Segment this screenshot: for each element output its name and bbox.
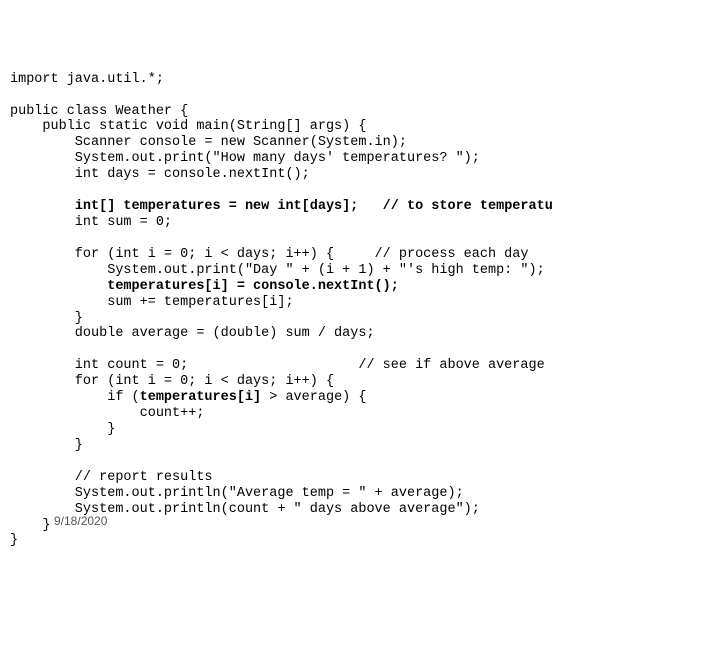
code-line: System.out.println("Average temp = " + a… xyxy=(10,486,464,501)
code-line: int days = console.nextInt(); xyxy=(10,167,310,182)
code-line: import java.util.*; xyxy=(10,72,164,87)
code-line: count++; xyxy=(10,406,204,421)
code-line xyxy=(358,199,382,214)
code-bold: // to store temperatu xyxy=(383,199,553,214)
code-line: for (int i = 0; i < days; i++) { xyxy=(10,374,334,389)
code-line: } xyxy=(10,438,83,453)
code-line: if ( xyxy=(10,390,140,405)
code-line: // report results xyxy=(10,470,213,485)
code-bold: temperatures[i] xyxy=(140,390,262,405)
code-line: } xyxy=(10,311,83,326)
code-bold: temperatures[i] = console.nextInt(); xyxy=(107,279,399,294)
code-line: } xyxy=(10,422,115,437)
code-line: public class Weather { xyxy=(10,104,188,119)
footer-date: 9/18/2020 xyxy=(54,514,107,528)
code-line: > average) { xyxy=(261,390,366,405)
code-bold: int[] temperatures = new int[days]; xyxy=(75,199,359,214)
code-line: public static void main(String[] args) { xyxy=(10,119,366,134)
code-line: Scanner console = new Scanner(System.in)… xyxy=(10,135,407,150)
code-line xyxy=(10,199,75,214)
code-line xyxy=(10,279,107,294)
code-block: import java.util.*; public class Weather… xyxy=(10,72,710,550)
code-line: int sum = 0; xyxy=(10,215,172,230)
code-line: double average = (double) sum / days; xyxy=(10,326,375,341)
code-line: int count = 0; // see if above average xyxy=(10,358,545,373)
code-line: } xyxy=(10,518,51,533)
code-line: System.out.print("How many days' tempera… xyxy=(10,151,480,166)
code-line: System.out.print("Day " + (i + 1) + "'s … xyxy=(10,263,545,278)
code-line: } xyxy=(10,533,18,548)
code-line: for (int i = 0; i < days; i++) { // proc… xyxy=(10,247,528,262)
code-line: sum += temperatures[i]; xyxy=(10,295,294,310)
